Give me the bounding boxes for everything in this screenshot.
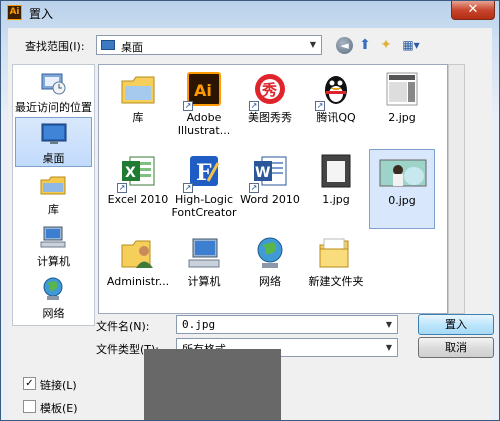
- place-button[interactable]: 置入: [418, 314, 494, 335]
- place-label: 库: [48, 203, 59, 216]
- place-network[interactable]: 网络: [15, 273, 92, 323]
- network-globe-icon: [257, 237, 283, 268]
- dialog-body: 查找范围(I): 桌面 ▼ ◄ ⬆ ✦ ▦▾ 最近访问的位置 桌面 库 计算机 …: [8, 28, 494, 420]
- shortcut-arrow-icon: ↗: [315, 101, 325, 111]
- file-item-2jpg[interactable]: 2.jpg: [369, 67, 435, 147]
- back-button[interactable]: ◄: [336, 37, 353, 54]
- file-label: Adobe Illustrat...: [177, 111, 231, 137]
- close-button[interactable]: ✕: [451, 1, 495, 20]
- file-label: High-Logic FontCreator: [171, 193, 237, 219]
- place-label: 计算机: [37, 255, 70, 268]
- link-label: 链接(L): [40, 379, 77, 392]
- file-item-computer[interactable]: 计算机: [171, 231, 237, 311]
- file-label: Administr...: [106, 275, 170, 288]
- image-thumbnail-icon: [321, 154, 351, 188]
- look-in-dropdown[interactable]: 桌面 ▼: [96, 35, 322, 55]
- file-label: 0.jpg: [388, 194, 416, 207]
- shortcut-arrow-icon: ↗: [183, 101, 193, 111]
- place-computer[interactable]: 计算机: [15, 221, 92, 271]
- file-label: 网络: [259, 275, 281, 288]
- file-label: 美图秀秀: [248, 111, 292, 124]
- file-item-meitu[interactable]: 秀 ↗ 美图秀秀: [237, 67, 303, 147]
- file-label: 库: [132, 111, 144, 124]
- place-desktop[interactable]: 桌面: [15, 117, 92, 167]
- filename-value: 0.jpg: [182, 318, 216, 331]
- file-item-excel[interactable]: X ↗ Excel 2010: [105, 149, 171, 229]
- cancel-button[interactable]: 取消: [418, 337, 494, 358]
- file-item-new-folder[interactable]: 新建文件夹: [303, 231, 369, 311]
- file-item-word[interactable]: W ↗ Word 2010: [237, 149, 303, 229]
- file-item-administrator[interactable]: Administr...: [105, 231, 171, 311]
- template-label: 模板(E): [40, 402, 78, 415]
- file-item-illustrator[interactable]: Ai ↗ Adobe Illustrat...: [171, 67, 237, 147]
- preview-pane: [144, 349, 281, 420]
- file-item-libraries[interactable]: 库: [105, 67, 171, 147]
- computer-icon: [40, 226, 66, 248]
- file-list-view[interactable]: 库 Ai ↗ Adobe Illustrat... 秀 ↗ 美图秀秀 ↗ 腾讯Q…: [98, 64, 448, 314]
- window-title: 置入: [29, 7, 54, 21]
- shortcut-arrow-icon: ↗: [117, 183, 127, 193]
- checkbox-checked-icon[interactable]: ✓: [23, 377, 36, 390]
- file-label: 计算机: [187, 275, 221, 288]
- place-label: 网络: [42, 307, 65, 320]
- shortcut-arrow-icon: ↗: [249, 183, 259, 193]
- file-item-network[interactable]: 网络: [237, 231, 303, 311]
- file-item-0jpg[interactable]: 0.jpg: [369, 149, 435, 229]
- folder-icon: [319, 238, 349, 268]
- checkbox-unchecked-icon[interactable]: [23, 400, 36, 413]
- svg-text:秀: 秀: [261, 81, 278, 99]
- svg-text:F: F: [196, 160, 212, 186]
- file-item-qq[interactable]: ↗ 腾讯QQ: [303, 67, 369, 147]
- look-in-label: 查找范围(I):: [25, 40, 85, 53]
- svg-text:W: W: [255, 165, 270, 181]
- place-label: 最近访问的位置: [15, 101, 92, 114]
- vertical-scrollbar[interactable]: [448, 64, 465, 314]
- shortcut-arrow-icon: ↗: [249, 101, 259, 111]
- place-recent[interactable]: 最近访问的位置: [15, 67, 92, 117]
- up-folder-button[interactable]: ⬆: [356, 35, 374, 55]
- user-folder-icon: [121, 240, 153, 268]
- chevron-down-icon[interactable]: ▼: [381, 316, 397, 334]
- network-icon: [43, 277, 63, 300]
- desktop-icon: [41, 123, 67, 144]
- computer-icon: [188, 238, 220, 268]
- chevron-down-icon[interactable]: ▼: [381, 339, 397, 357]
- libraries-icon: [40, 176, 66, 195]
- image-thumbnail-icon: [379, 159, 427, 187]
- file-label: 腾讯QQ: [316, 111, 356, 124]
- place-dialog: Ai 置入 ✕ 查找范围(I): 桌面 ▼ ◄ ⬆ ✦ ▦▾ 最近访问的位置 桌…: [0, 0, 500, 421]
- libraries-folder-icon: [121, 76, 155, 104]
- look-in-value: 桌面: [121, 41, 143, 54]
- chevron-down-icon[interactable]: ▼: [305, 36, 321, 54]
- place-libraries[interactable]: 库: [15, 169, 92, 219]
- illustrator-app-icon: Ai: [7, 5, 22, 20]
- filename-input[interactable]: 0.jpg ▼: [176, 315, 398, 334]
- file-label: 新建文件夹: [308, 275, 364, 288]
- file-item-fontcreator[interactable]: F ↗ High-Logic FontCreator: [171, 149, 237, 229]
- places-bar: 最近访问的位置 桌面 库 计算机 网络: [12, 64, 95, 326]
- shortcut-arrow-icon: ↗: [183, 183, 193, 193]
- new-folder-button[interactable]: ✦: [377, 35, 395, 55]
- desktop-folder-icon: [101, 40, 115, 50]
- file-label: Word 2010: [240, 193, 300, 206]
- svg-text:Ai: Ai: [194, 81, 212, 100]
- image-thumbnail-icon: [386, 72, 418, 106]
- title-bar[interactable]: Ai 置入 ✕: [1, 1, 499, 25]
- filename-label: 文件名(N):: [96, 320, 150, 333]
- svg-text:X: X: [125, 165, 136, 181]
- file-label: Excel 2010: [107, 193, 169, 206]
- file-item-1jpg[interactable]: 1.jpg: [303, 149, 369, 229]
- place-label: 桌面: [42, 152, 65, 165]
- file-label: 1.jpg: [322, 193, 350, 206]
- recent-places-icon: [41, 73, 66, 95]
- view-menu-button[interactable]: ▦▾: [398, 35, 424, 55]
- file-label: 2.jpg: [388, 111, 416, 124]
